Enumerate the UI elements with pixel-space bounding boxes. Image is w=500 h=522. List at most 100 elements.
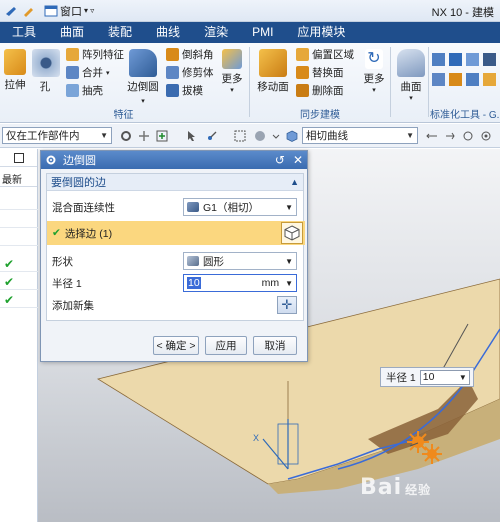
add-set-icon[interactable]: ✛ [277,296,297,314]
extrude-button[interactable]: 拉伸 [2,49,28,92]
more-icon [222,49,242,69]
continuity-value: G1（相切） [203,201,260,214]
std-tool-6-icon[interactable] [449,73,462,86]
dialog-titlebar[interactable]: 边倒圆 ↺ ✕ [41,151,307,169]
chevron-down-icon: ▼ [406,131,414,140]
marquee-icon[interactable] [234,130,246,142]
chamfer-button[interactable]: 倒斜角 [166,47,214,62]
tab-pmi[interactable]: PMI [240,22,285,43]
continuity-row: 混合面连续性 G1（相切） ▼ [47,196,305,218]
arrow-right-icon[interactable] [444,130,456,142]
tab-applications[interactable]: 应用模块 [285,22,357,43]
move-face-label: 移动面 [257,81,289,93]
replace-face-button[interactable]: 替换面 [296,65,344,80]
sync-modeling-group: 移动面 偏置区域 替换面 删除面 ↻ 更多 ▾ 同步建模 [252,43,388,123]
target-icon[interactable] [480,130,492,142]
plus-box-icon[interactable] [156,130,168,142]
tab-render[interactable]: 渲染 [192,22,240,43]
gear-icon[interactable] [120,130,132,142]
curve-rule-dropdown[interactable]: 相切曲线 ▼ [302,127,418,144]
reset-icon[interactable]: ↺ [275,153,285,167]
feature-more-button[interactable]: 更多 ▾ [220,49,244,94]
sphere-icon[interactable] [254,130,266,142]
continuity-select[interactable]: G1（相切） ▼ [183,198,297,216]
watermark: Bai 经验 [360,475,431,500]
surface-button[interactable]: 曲面 ▾ [395,49,427,102]
offset-region-button[interactable]: 偏置区域 [296,47,354,62]
tab-assembly[interactable]: 装配 [96,22,144,43]
draft-icon [166,84,179,97]
edge-blend-button[interactable]: 边倒圆 ▾ [126,49,160,106]
std-tool-4-icon[interactable] [483,53,496,66]
edge-blend-label: 边倒圆 [127,81,159,93]
delete-face-button[interactable]: 删除面 [296,83,344,98]
unite-icon [66,66,79,79]
tab-surface[interactable]: 曲面 [48,22,96,43]
select-edge-row[interactable]: ✔ 选择边 (1) [47,221,305,245]
std-tool-3-icon[interactable] [466,53,479,66]
shell-button[interactable]: 抽壳 [66,83,103,98]
std-tool-1-icon[interactable] [432,53,445,66]
apply-button[interactable]: 应用 [205,336,247,355]
snap-icon[interactable] [138,130,150,142]
navigator-row-divider [0,227,38,228]
surface-icon [397,49,425,77]
maximize-icon[interactable] [14,153,24,163]
hole-button[interactable]: 孔 [32,49,60,94]
navigator-row-divider [0,271,38,272]
shape-label: 形状 [52,255,73,268]
chevron-down-icon: ▾ [372,87,376,94]
selection-scope-dropdown[interactable]: 仅在工作部件内 ▼ [2,127,112,144]
cursor-icon[interactable] [186,130,198,142]
continuity-icon [187,202,199,212]
checkmark-icon: ✔ [4,293,15,307]
arrow-icon[interactable] [4,4,18,18]
ok-button[interactable]: < 确定 > [153,336,199,355]
close-icon[interactable]: ✕ [293,153,303,167]
surface-label: 曲面 [400,81,422,93]
selection-scope-value: 仅在工作部件内 [6,130,80,142]
std-tool-8-icon[interactable] [483,73,496,86]
pattern-feature-button[interactable]: 阵列特征 [66,47,124,62]
unite-button[interactable]: 合并 ▾ [66,65,110,80]
std-tool-7-icon[interactable] [466,73,479,86]
radius-drag-handle[interactable] [407,431,429,453]
move-face-button[interactable]: 移动面 [256,49,290,94]
navigator-column-header[interactable]: 最新 [0,167,37,187]
node-icon[interactable] [206,130,218,142]
onscreen-radius-field[interactable]: 10 ▼ [419,369,470,385]
surface-group: 曲面 ▾ [393,43,429,123]
edges-to-blend-section[interactable]: 要倒圆的边 ▲ [47,174,303,191]
gear-icon[interactable] [45,154,57,166]
sync-more-button[interactable]: ↻ 更多 ▾ [362,49,386,94]
ribbon-divider [428,47,429,117]
add-new-set-label: 添加新集 [52,299,94,312]
tab-tools[interactable]: 工具 [0,22,48,43]
std-tool-2-icon[interactable] [449,53,462,66]
cube-icon[interactable] [286,130,298,142]
trim-body-button[interactable]: 修剪体 [166,65,214,80]
window-menu[interactable]: 窗口 ▾ ▿ [44,3,94,19]
pencil-icon[interactable] [22,4,36,18]
target-icon[interactable] [462,130,474,142]
draft-label: 拔模 [182,85,203,97]
shape-select[interactable]: 圆形 ▼ [183,252,297,270]
pattern-feature-label: 阵列特征 [82,49,124,61]
chevron-down-icon[interactable] [270,130,282,142]
section-title: 要倒圆的边 [51,177,106,189]
arrow-left-right-icon[interactable] [426,130,438,142]
onscreen-radius-input: 半径 1 10 ▼ [380,367,474,387]
radius-input[interactable]: 10 mm ▼ [183,274,297,292]
draft-button[interactable]: 拔模 [166,83,203,98]
replace-face-label: 替换面 [312,67,344,79]
radius-drag-handle[interactable] [422,444,442,464]
chamfer-icon [166,48,179,61]
chevron-down-icon: ▾ [409,95,413,102]
cancel-button[interactable]: 取消 [253,336,297,355]
radius-value: 10 [187,277,201,289]
std-tool-5-icon[interactable] [432,73,445,86]
cube-icon[interactable] [281,222,303,244]
pattern-icon [66,48,79,61]
shape-row: 形状 圆形 ▼ [47,250,305,272]
tab-curve[interactable]: 曲线 [144,22,192,43]
